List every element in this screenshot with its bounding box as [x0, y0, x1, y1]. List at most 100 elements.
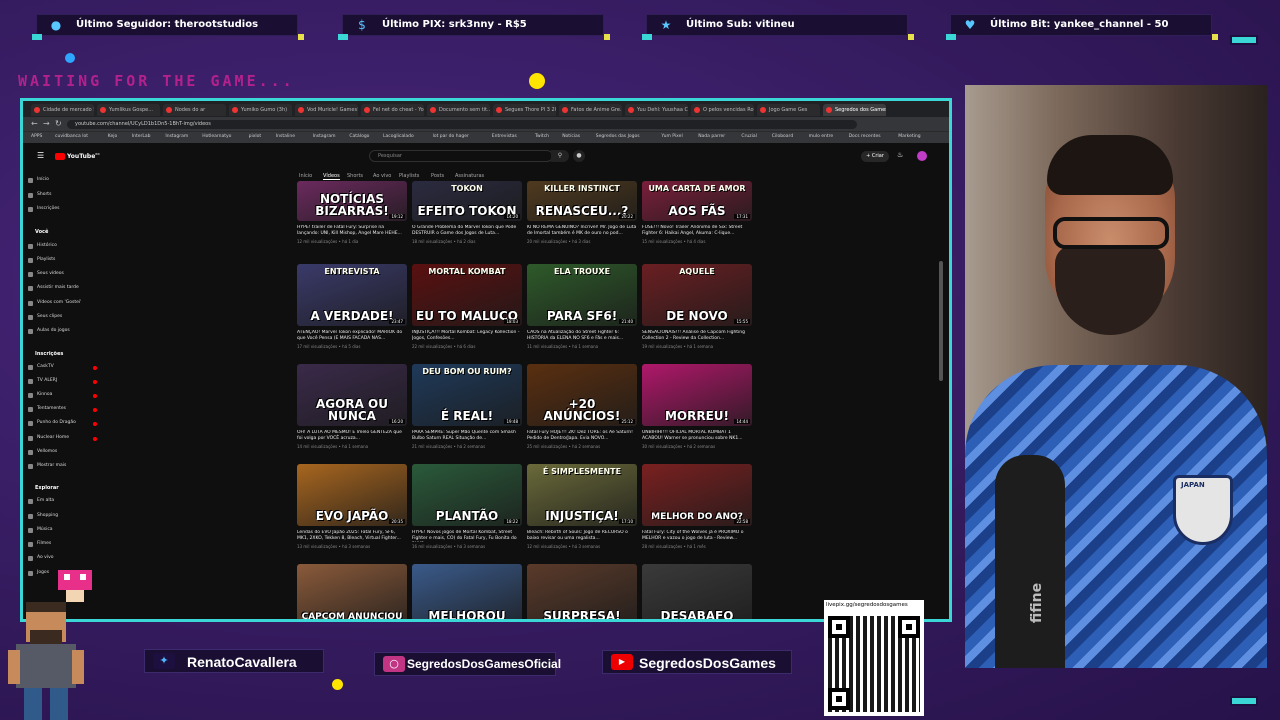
video-card[interactable]: É SIMPLESMENTE INJUSTIÇA! 17:10 Bleach: Reb…	[527, 464, 637, 556]
video-meta: 28 mil visualizações • há 1 mês	[642, 544, 706, 549]
video-card[interactable]: UMA CARTA DE AMOR AOS FÃS 17:31 FUSE!!! Nov…	[642, 181, 752, 273]
video-thumbnail[interactable]: NOTÍCIAS BIZARRAS! 19:12	[297, 181, 407, 221]
video-title[interactable]: INJUSTIÇA!!! Mortal Kombat: Legacy Kolle…	[412, 330, 522, 342]
badge-text: JAPAN	[1181, 481, 1205, 489]
pix-icon: $	[358, 18, 366, 32]
video-duration: 22:58	[734, 519, 750, 524]
video-title[interactable]: OH! A LUTA AO MESMO! E Imelo GENTEZA que…	[297, 430, 407, 442]
video-title[interactable]: UNBIHIHI!!! OFICIAL MORTAL KOMBAT 1 ACAB…	[642, 430, 752, 442]
video-thumbnail[interactable]: MORREU! 14:44	[642, 364, 752, 426]
video-meta: 13 mil visualizações • há 3 semanas	[297, 544, 371, 549]
video-card[interactable]: MELHOROU	[412, 564, 522, 619]
video-card[interactable]: KILLER INSTINCT RENASCEU...? 20:22 KI NO RE…	[527, 181, 637, 273]
video-duration: 23:47	[389, 319, 405, 324]
alert-sub: ★ Último Sub: vitineu	[642, 6, 914, 44]
corner-tab	[1230, 35, 1258, 45]
video-thumbnail[interactable]: UMA CARTA DE AMOR AOS FÃS 17:31	[642, 181, 752, 221]
video-title[interactable]: SENSACIONAIS!!! Análise de Capcom Fighti…	[642, 330, 752, 342]
video-thumbnail[interactable]: PLANTÃO 18:22	[412, 464, 522, 526]
video-meta: 15 mil visualizações • há 4 dias	[642, 239, 706, 244]
video-thumbnail[interactable]: TOKON EFEITO TOKON 14:20	[412, 181, 522, 221]
star-icon: ★	[660, 18, 672, 32]
video-duration: 20:22	[619, 214, 635, 219]
heart-icon: ♥	[964, 18, 976, 32]
video-meta: 17 mil visualizações • há 5 dias	[297, 344, 361, 349]
video-thumbnail[interactable]: KILLER INSTINCT RENASCEU...? 20:22	[527, 181, 637, 221]
video-card[interactable]: SURPRESA!	[527, 564, 637, 619]
video-duration: 15:55	[734, 319, 750, 324]
video-meta: 12 mil visualizações • há 3 semanas	[527, 544, 601, 549]
video-title[interactable]: KI NO REMA GENUINO? Incrível! Mr. Jogo d…	[527, 225, 637, 237]
video-card[interactable]: ELA TROUXE PARA SF6! 21:40 CAOS na Atualiza…	[527, 264, 637, 356]
video-title[interactable]: Lendas do EVO Japão 2025: Fatal Fury, SF…	[297, 530, 407, 542]
video-title[interactable]: O Grande Problema do Marvel Tokon que Po…	[412, 225, 522, 237]
decor-dot	[65, 53, 75, 63]
video-title[interactable]: HYPE! Novos jogos de Mortal Kombat, Stre…	[412, 530, 522, 542]
video-meta: 12 mil visualizações • há 1 dia	[297, 239, 359, 244]
video-card[interactable]: NOTÍCIAS BIZARRAS! 19:12 HYPE! trailer de …	[297, 181, 407, 273]
video-thumbnail[interactable]: MELHOROU	[412, 564, 522, 619]
video-thumbnail[interactable]: MORTAL KOMBAT EU TO MALUCO 18:03	[412, 264, 522, 326]
video-card[interactable]: CAPCOM ANUNCIOU	[297, 564, 407, 619]
video-meta: 20 mil visualizações • há 3 dias	[527, 239, 591, 244]
video-thumbnail[interactable]: +20 ANÚNCIOS! 25:12	[527, 364, 637, 426]
video-card[interactable]: +20 ANÚNCIOS! 25:12 Fatal Fury HOJE!!! 2K!…	[527, 364, 637, 456]
qr-label: livepix.gg/segredosdosgames	[826, 602, 908, 608]
video-thumbnail[interactable]: MELHOR DO ANO? 22:58	[642, 464, 752, 526]
video-thumbnail[interactable]: CAPCOM ANUNCIOU	[297, 564, 407, 619]
video-duration: 18:22	[504, 519, 520, 524]
video-card[interactable]: MORREU! 14:44 UNBIHIHI!!! OFICIAL MORTAL K…	[642, 364, 752, 456]
video-duration: 19:48	[504, 419, 520, 424]
video-title[interactable]: Bleach: Rebirth of Souls: Jogo de RECURS…	[527, 530, 637, 542]
video-meta: 18 mil visualizações • há 2 dias	[412, 239, 476, 244]
video-title[interactable]: Fatal Fury: City of the Wolves já é PRÓX…	[642, 530, 752, 542]
glasses	[1053, 217, 1169, 249]
video-card[interactable]: MELHOR DO ANO? 22:58 Fatal Fury: City of t…	[642, 464, 752, 556]
video-title[interactable]: CAOS na Atualização do Street Fighter 6:…	[527, 330, 637, 342]
scrollbar[interactable]	[939, 261, 943, 381]
video-card[interactable]: ENTREVISTA A VERDADE! 23:47 ATENÇÃO! Marvel…	[297, 264, 407, 356]
video-title[interactable]: ATENÇÃO! Marvel Tokon explicado! MARIOK …	[297, 330, 407, 342]
video-card[interactable]: DESABAFO	[642, 564, 752, 619]
video-card[interactable]: EVO JAPÃO 20:35 Lendas do EVO Japão 2025: …	[297, 464, 407, 556]
video-meta: 30 mil visualizações • há 2 semanas	[642, 444, 716, 449]
video-duration: 19:12	[389, 214, 405, 219]
video-thumbnail[interactable]: DESABAFO	[642, 564, 752, 619]
video-thumbnail[interactable]: ELA TROUXE PARA SF6! 21:40	[527, 264, 637, 326]
video-card[interactable]: PLANTÃO 18:22 HYPE! Novos jogos de Mortal …	[412, 464, 522, 556]
video-thumbnail[interactable]: EVO JAPÃO 20:35	[297, 464, 407, 526]
video-meta: 19 mil visualizações • há 1 semana	[642, 344, 714, 349]
alert-text: Último Seguidor: therootstudios	[76, 19, 259, 30]
video-card[interactable]: DEU BOM OU RUIM? É REAL! 19:48 PARA SEMPRE:…	[412, 364, 522, 456]
video-duration: 17:31	[734, 214, 750, 219]
thumbnail-subcaption: DEU BOM OU RUIM?	[422, 367, 512, 376]
instagram-handle: ○ SegredosDosGamesOficial	[374, 652, 561, 676]
decor-dot	[529, 73, 545, 89]
video-thumbnail[interactable]: ENTREVISTA A VERDADE! 23:47	[297, 264, 407, 326]
video-meta: 11 mil visualizações • há 1 semana	[527, 344, 599, 349]
video-card[interactable]: TOKON EFEITO TOKON 14:20 O Grande Problema …	[412, 181, 522, 273]
video-title[interactable]: HYPE! trailer de Fatal Fury: Surprise na…	[297, 225, 407, 237]
video-thumbnail[interactable]: AGORA OU NUNCA 16:20	[297, 364, 407, 426]
video-card[interactable]: MORTAL KOMBAT EU TO MALUCO 18:03 INJUSTIÇA!…	[412, 264, 522, 356]
video-meta: 14 mil visualizações • há 1 semana	[297, 444, 369, 449]
video-meta: 21 mil visualizações • há 2 semanas	[412, 444, 486, 449]
stream-overlay: ● Último Seguidor: therootstudios $ Últi…	[0, 0, 1280, 720]
video-meta: 22 mil visualizações • há 6 dias	[412, 344, 476, 349]
video-title[interactable]: Fatal Fury HOJE!!! 2K! Dez TORE: os Ae S…	[527, 430, 637, 442]
video-thumbnail[interactable]: AQUELE DE NOVO 15:55	[642, 264, 752, 326]
video-thumbnail[interactable]: DEU BOM OU RUIM? É REAL! 19:48	[412, 364, 522, 426]
video-title[interactable]: PARA SEMPRE: Super Mão Quente com Smash …	[412, 430, 522, 442]
video-duration: 17:10	[619, 519, 635, 524]
thumbnail-subcaption: É SIMPLESMENTE	[542, 467, 622, 476]
thumbnail-subcaption: AQUELE	[679, 267, 715, 276]
video-card[interactable]: AQUELE DE NOVO 15:55 SENSACIONAIS!!! Anális…	[642, 264, 752, 356]
video-thumbnail[interactable]: É SIMPLESMENTE INJUSTIÇA! 17:10	[527, 464, 637, 526]
video-title[interactable]: FUSE!!! Novo! Trailer Anônimo de Six: St…	[642, 225, 752, 237]
video-card[interactable]: AGORA OU NUNCA 16:20 OH! A LUTA AO MESMO! …	[297, 364, 407, 456]
video-thumbnail[interactable]: SURPRESA!	[527, 564, 637, 619]
microphone	[995, 455, 1065, 668]
thumbnail-subcaption: ENTREVISTA	[324, 267, 380, 276]
youtube-handle: ▶ SegredosDosGames	[602, 650, 792, 674]
alert-text: Último Sub: vitineu	[686, 19, 795, 30]
